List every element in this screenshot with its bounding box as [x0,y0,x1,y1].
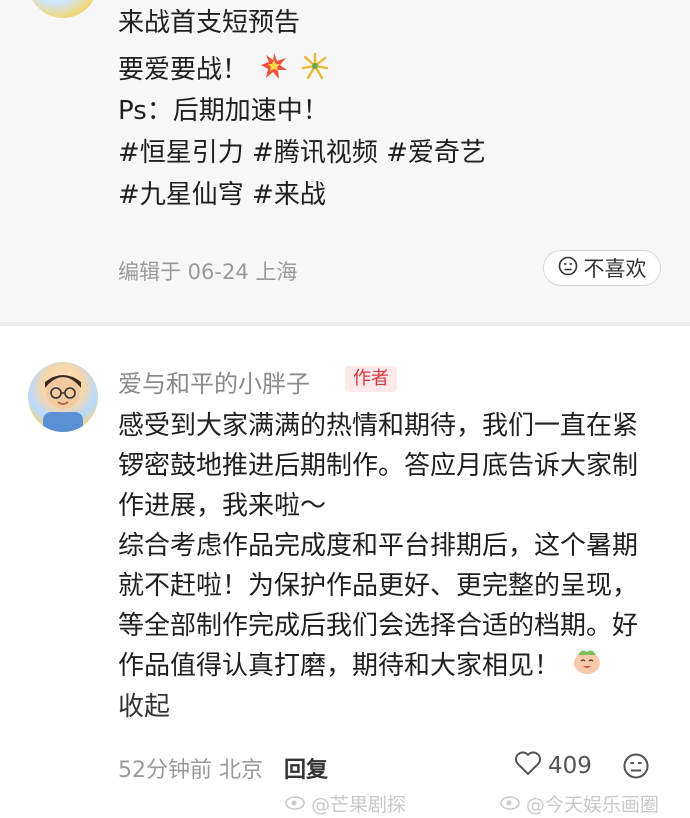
comment-line: 感受到大家满满的热情和期待，我们一直在紧 [118,411,639,441]
happy-face-emoji-icon [572,647,602,687]
dislike-button[interactable]: 不喜欢 [543,250,661,286]
watermark: @芒果剧探 [285,790,406,817]
hashtag-line[interactable]: #恒星引力 #腾讯视频 #爱奇艺 [118,136,486,170]
weibo-logo-icon [500,792,522,815]
avatar[interactable] [28,0,98,18]
comment-location: 北京 [219,758,264,783]
comment-line: 锣密鼓地推进后期制作。答应月底告诉大家制 [118,451,639,481]
frown-face-icon [623,753,649,779]
comment-text: 感受到大家满满的热情和期待，我们一直在紧 锣密鼓地推进后期制作。答应月底告诉大家… [118,406,663,727]
watermark-text: @芒果剧探 [311,794,407,816]
post-line: 来战首支短预告 [118,8,301,38]
comment-card: 爱与和平的小胖子 作者 感受到大家满满的热情和期待，我们一直在紧 锣密鼓地推进后… [0,326,690,818]
dislike-button[interactable] [622,752,650,784]
author-badge: 作者 [345,366,397,392]
username[interactable]: 爱与和平的小胖子 [118,364,310,399]
post-line-text: 要爱要战！ [118,55,249,85]
comment-line: 作进展，我来啦～ [118,491,327,521]
comment-line-text: 作品值得认真打磨，期待和大家相见！ [118,651,561,681]
comment-line: 综合考虑作品完成度和平台排期后，这个暑期 [118,531,639,561]
avatar[interactable] [28,362,98,432]
watermark: @今天娱乐画圈 [500,790,659,817]
heart-icon [514,750,542,782]
weibo-logo-icon [285,792,307,815]
post-line: 要爱要战！ [118,52,329,89]
comment-line: 等全部制作完成后我们会选择合适的档期。好 [118,611,639,641]
like-button[interactable]: 409 [514,750,592,782]
dislike-label: 不喜欢 [583,257,647,281]
post-card: 来战首支短预告 要爱要战！ Ps：后期加速中！ #恒星引力 #腾讯视频 #爱奇艺… [0,0,690,322]
comment-line: 就不赶啦！为保护作品更好、更完整的呈现， [118,571,639,601]
frown-face-icon [558,256,578,281]
collapse-link[interactable]: 收起 [118,687,663,727]
fireworks-emoji-icon [301,52,329,89]
post-meta: 编辑于 06-24 上海 [118,260,298,284]
comment-meta: 52分钟前 北京 回复 [118,752,328,784]
reply-button[interactable]: 回复 [284,758,328,783]
explosion-emoji-icon [260,52,288,89]
post-line: Ps：后期加速中！ [118,96,329,126]
hashtag-line[interactable]: #九星仙穹 #来战 [118,178,326,212]
like-count: 409 [548,753,592,779]
watermark-text: @今天娱乐画圈 [526,794,660,816]
comment-line: 作品值得认真打磨，期待和大家相见！ [118,646,663,687]
comment-time: 52分钟前 [118,758,212,783]
